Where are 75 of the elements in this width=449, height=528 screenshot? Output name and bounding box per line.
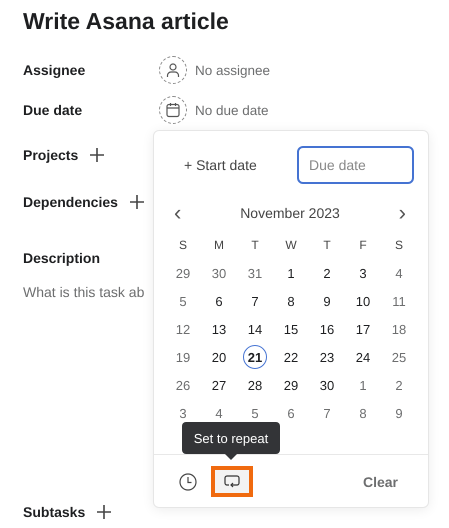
calendar-day[interactable]: 8: [279, 289, 303, 313]
calendar-day[interactable]: 27: [207, 373, 231, 397]
calendar-day[interactable]: 21: [243, 345, 267, 369]
calendar-day[interactable]: 30: [207, 261, 231, 285]
calendar-day[interactable]: 5: [171, 289, 195, 313]
calendar-day[interactable]: 19: [171, 345, 195, 369]
calendar-day[interactable]: 4: [387, 261, 411, 285]
calendar-day[interactable]: 5: [243, 401, 267, 425]
calendar-day[interactable]: 1: [279, 261, 303, 285]
calendar-day[interactable]: 30: [315, 373, 339, 397]
calendar-day[interactable]: 1: [351, 373, 375, 397]
calendar-day[interactable]: 4: [207, 401, 231, 425]
tooltip-pointer: [225, 454, 237, 460]
weekday-label: S: [394, 237, 404, 254]
calendar-day[interactable]: 8: [351, 401, 375, 425]
calendar-day[interactable]: 3: [171, 401, 195, 425]
calendar-day[interactable]: 28: [243, 373, 267, 397]
subtasks-label: Subtasks: [23, 504, 86, 520]
due-date-field[interactable]: Due date: [297, 146, 414, 184]
field-value[interactable]: No due date: [195, 102, 269, 118]
add-icon[interactable]: [90, 148, 104, 162]
start-date-button[interactable]: + Start date: [180, 155, 261, 175]
calendar-icon[interactable]: [159, 96, 187, 124]
calendar-day[interactable]: 13: [207, 317, 231, 341]
weekday-label: M: [213, 237, 225, 254]
calendar-day[interactable]: 11: [387, 289, 411, 313]
calendar-day[interactable]: 9: [387, 401, 411, 425]
task-title: Write Asana article: [23, 7, 230, 36]
calendar-day[interactable]: 20: [207, 345, 231, 369]
calendar-day[interactable]: 25: [387, 345, 411, 369]
field-label: Projects: [23, 147, 78, 163]
field-label: Due date: [23, 102, 84, 118]
weekday-label: T: [322, 237, 332, 254]
calendar-day[interactable]: 29: [279, 373, 303, 397]
calendar-day[interactable]: 2: [387, 373, 411, 397]
description-label: Description: [23, 249, 102, 268]
calendar-day[interactable]: 18: [387, 317, 411, 341]
calendar-day[interactable]: 24: [351, 345, 375, 369]
calendar-day[interactable]: 10: [351, 289, 375, 313]
add-icon[interactable]: [97, 505, 112, 519]
person-icon[interactable]: [159, 56, 187, 84]
weekday-label: F: [358, 237, 368, 254]
calendar-day[interactable]: 17: [351, 317, 375, 341]
calendar-day[interactable]: 7: [315, 401, 339, 425]
calendar-day[interactable]: 2: [315, 261, 339, 285]
calendar-day[interactable]: 9: [315, 289, 339, 313]
field-value[interactable]: No assignee: [195, 62, 270, 78]
month-title: November 2023: [240, 205, 340, 221]
repeat-button[interactable]: [211, 466, 253, 497]
next-month-button[interactable]: ›: [394, 203, 410, 223]
calendar-day[interactable]: 3: [351, 261, 375, 285]
calendar-day[interactable]: 26: [171, 373, 195, 397]
weekday-label: T: [250, 237, 260, 254]
repeat-icon: [224, 474, 240, 488]
calendar-day[interactable]: 31: [243, 261, 267, 285]
weekday-label: S: [178, 237, 188, 254]
description-field[interactable]: What is this task ab: [23, 282, 144, 302]
calendar-day[interactable]: 14: [243, 317, 267, 341]
calendar-day[interactable]: 23: [315, 345, 339, 369]
field-label: Assignee: [23, 62, 86, 78]
calendar-day[interactable]: 12: [171, 317, 195, 341]
calendar-day[interactable]: 6: [207, 289, 231, 313]
clock-icon[interactable]: [179, 472, 197, 490]
calendar-day[interactable]: 22: [279, 345, 303, 369]
field-label: Dependencies: [23, 194, 118, 210]
calendar-day[interactable]: 6: [279, 401, 303, 425]
calendar-day[interactable]: 7: [243, 289, 267, 313]
clear-button[interactable]: Clear: [362, 474, 398, 490]
tooltip: Set to repeat: [182, 422, 280, 454]
calendar-day[interactable]: 16: [315, 317, 339, 341]
previous-month-button[interactable]: ‹: [170, 203, 186, 223]
weekday-label: W: [284, 237, 298, 254]
add-icon[interactable]: [130, 195, 144, 209]
calendar-day[interactable]: 29: [171, 261, 195, 285]
calendar-day[interactable]: 15: [279, 317, 303, 341]
